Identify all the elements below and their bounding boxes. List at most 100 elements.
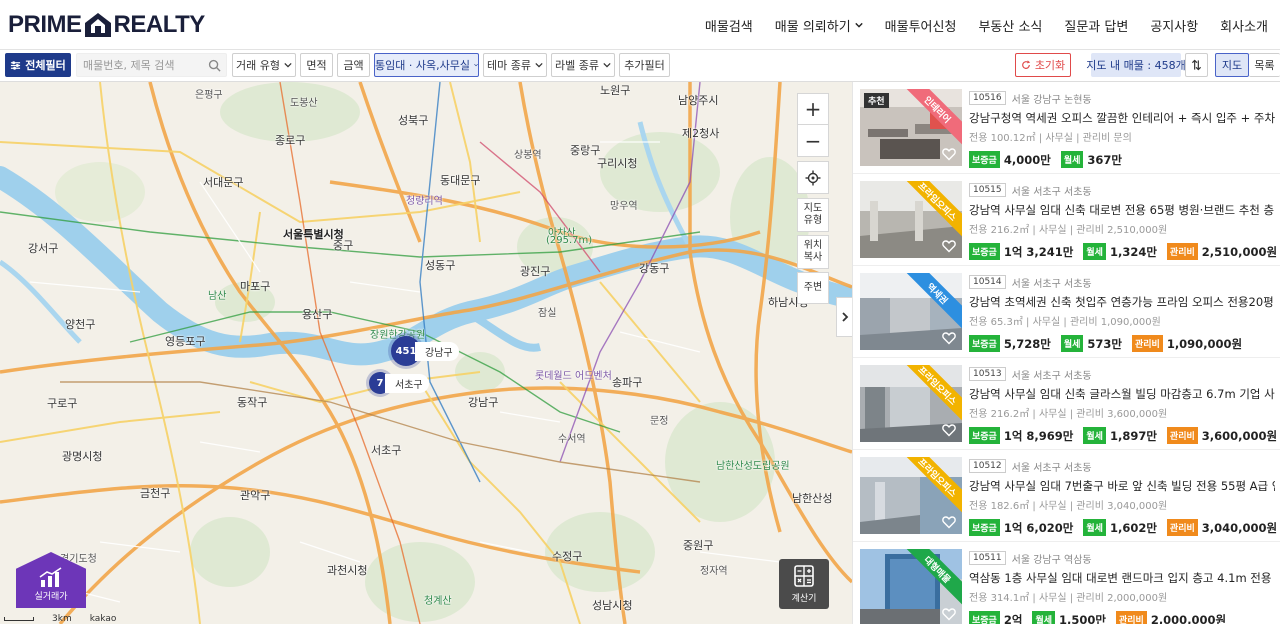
nav-tour-request[interactable]: 매물투어신청 bbox=[874, 16, 968, 35]
more-filter-button[interactable]: 추가필터 bbox=[619, 53, 670, 77]
map-view-tab[interactable]: 지도 bbox=[1215, 53, 1249, 77]
cluster-gangnam[interactable]: 451 강남구 bbox=[391, 336, 459, 366]
calculator-button[interactable]: 계산기 bbox=[779, 559, 829, 609]
trade-type-label: 거래 유형 bbox=[236, 59, 280, 72]
listing-photo[interactable]: 역세권 bbox=[860, 273, 962, 350]
zoom-in-button[interactable]: + bbox=[797, 93, 829, 125]
listing-title[interactable]: 강남역 사무실 임대 7번출구 바로 앞 신축 빌딩 전용 55평 A급 인프라… bbox=[969, 478, 1275, 493]
listing-card[interactable]: 프라임오피스 10515 서울 서초구 서초동 강남역 사무실 임대 신축 대로… bbox=[853, 174, 1280, 266]
reset-button[interactable]: 초기화 bbox=[1015, 53, 1071, 77]
map-label: 송파구 bbox=[612, 376, 643, 389]
monthly-value: 1,602만 bbox=[1109, 520, 1157, 535]
listing-use: 사무실 bbox=[1038, 409, 1067, 420]
map-area[interactable]: 은평구 종로구 성북구 서대문구 동대문구 노원구 중랑구 남양주시 구리시청 … bbox=[0, 82, 852, 624]
logo[interactable]: PRIME REALTY bbox=[8, 10, 205, 40]
listing-prices: 보증금 1억 3,241만 월세 1,324만 관리비 2,510,000원 bbox=[969, 243, 1278, 260]
deposit-value: 2억 bbox=[1003, 612, 1023, 624]
nav-qna[interactable]: 질문과 답변 bbox=[1053, 16, 1139, 35]
use-type-label: 통임대 · 사옥,사무실 bbox=[375, 59, 470, 72]
map-label: 남양주시 bbox=[678, 94, 719, 107]
copy-location-button[interactable]: 위치 복사 bbox=[797, 235, 829, 269]
listing-title[interactable]: 역삼동 1층 사무실 임대 대로변 랜드마크 입지 층고 4.1m 전용 95평… bbox=[969, 570, 1275, 585]
listing-area: 전용 216.2㎡ bbox=[969, 409, 1030, 420]
area-filter-button[interactable]: 면적 bbox=[300, 53, 333, 77]
search-icon[interactable] bbox=[208, 59, 221, 72]
heart-icon[interactable] bbox=[942, 147, 956, 161]
map-type-button[interactable]: 지도 유형 bbox=[797, 198, 829, 232]
listing-title[interactable]: 강남역 사무실 임대 신축 대로변 전용 65평 병원·브랜드 추천 층별 임대 bbox=[969, 202, 1275, 217]
all-filter-button[interactable]: 전체필터 bbox=[5, 53, 71, 77]
monthly-value: 573만 bbox=[1087, 336, 1122, 351]
reset-label: 초기화 bbox=[1034, 59, 1066, 72]
listing-title[interactable]: 강남역 사무실 임대 신축 글라스월 빌딩 마감층고 6.7m 기업 사옥 추천 bbox=[969, 386, 1275, 401]
mgmt-badge: 관리비 bbox=[1166, 427, 1198, 444]
my-location-button[interactable] bbox=[797, 161, 829, 194]
map-label: 잠실 bbox=[538, 308, 557, 319]
map-label: 노원구 bbox=[600, 84, 631, 97]
heart-icon[interactable] bbox=[942, 423, 956, 437]
monthly-value: 367만 bbox=[1087, 152, 1122, 167]
house-logo-icon bbox=[84, 13, 111, 37]
listing-panel: 인테리어 추천 10516 서울 강남구 논현동 강남구청역 역세권 오피스 깔… bbox=[852, 82, 1280, 624]
map-label: 남한산성 bbox=[792, 492, 833, 505]
heart-icon[interactable] bbox=[942, 239, 956, 253]
listing-card[interactable]: 인테리어 추천 10516 서울 강남구 논현동 강남구청역 역세권 오피스 깔… bbox=[853, 82, 1280, 174]
listing-title[interactable]: 강남역 초역세권 신축 첫입주 연층가능 프라임 오피스 전용20평 7번 출구 bbox=[969, 294, 1275, 309]
zoom-out-button[interactable]: − bbox=[797, 125, 829, 157]
nav-request-listing-label: 매물 의뢰하기 bbox=[774, 19, 851, 35]
calculator-icon bbox=[794, 564, 814, 587]
mgmt-badge: 관리비 bbox=[1115, 611, 1147, 624]
mgmt-badge: 관리비 bbox=[1131, 335, 1163, 352]
listing-use: 사무실 bbox=[1045, 133, 1073, 144]
all-filter-label: 전체필터 bbox=[25, 59, 66, 72]
deposit-badge: 보증금 bbox=[969, 427, 1000, 444]
listing-photo[interactable]: 인테리어 추천 bbox=[860, 89, 962, 166]
heart-icon[interactable] bbox=[942, 607, 956, 621]
nav-request-listing[interactable]: 매물 의뢰하기 bbox=[764, 16, 874, 35]
map-label: 성동구 bbox=[425, 259, 456, 272]
map-label: 양천구 bbox=[65, 318, 96, 331]
nearby-button[interactable]: 주변 bbox=[797, 272, 829, 304]
mgmt-value: 2,510,000원 bbox=[1201, 244, 1278, 259]
sort-button[interactable] bbox=[1185, 53, 1208, 77]
collapse-panel-button[interactable] bbox=[836, 297, 852, 337]
map-label: 롯데월드 어드벤처 bbox=[535, 371, 612, 382]
listing-photo[interactable]: 프라임오피스 bbox=[860, 457, 962, 534]
chevron-right-icon bbox=[841, 312, 848, 322]
list-view-tab[interactable]: 목록 bbox=[1249, 53, 1280, 77]
heart-icon[interactable] bbox=[942, 331, 956, 345]
listing-photo[interactable]: 프라임오피스 bbox=[860, 181, 962, 258]
listing-card[interactable]: 프라임오피스 10512 서울 서초구 서초동 강남역 사무실 임대 7번출구 … bbox=[853, 450, 1280, 542]
nav-notice[interactable]: 공지사항 bbox=[1139, 16, 1209, 35]
listing-area: 전용 182.6㎡ bbox=[969, 501, 1030, 512]
listing-photo[interactable]: 대형매물 bbox=[860, 549, 962, 624]
label-type-label: 라벨 종류 bbox=[555, 59, 599, 72]
label-select[interactable]: 라벨 종류 bbox=[551, 53, 615, 77]
heart-icon[interactable] bbox=[942, 515, 956, 529]
listing-photo[interactable]: 프라임오피스 bbox=[860, 365, 962, 442]
use-type-select[interactable]: 통임대 · 사옥,사무실 bbox=[374, 53, 479, 77]
listing-area: 전용 65.3㎡ bbox=[969, 317, 1023, 328]
monthly-badge: 월세 bbox=[1083, 519, 1106, 536]
listing-title[interactable]: 강남구청역 역세권 오피스 깔끔한 인테리어 + 즉시 입주 + 주차 무료 강… bbox=[969, 110, 1275, 125]
deposit-badge: 보증금 bbox=[969, 151, 1000, 168]
price-filter-button[interactable]: 금액 bbox=[337, 53, 370, 77]
search-input[interactable] bbox=[77, 54, 226, 77]
cluster-seocho[interactable]: 7 서초구 bbox=[369, 372, 429, 394]
listing-card[interactable]: 대형매물 10511 서울 강남구 역삼동 역삼동 1층 사무실 임대 대로변 … bbox=[853, 542, 1280, 624]
scale-text: 3km bbox=[52, 614, 72, 624]
map-label: 성남시청 bbox=[592, 599, 633, 612]
listing-location: 서울 서초구 서초동 bbox=[1011, 186, 1092, 198]
map-label: 중원구 bbox=[683, 539, 714, 552]
chart-up-icon bbox=[39, 567, 62, 587]
map-label: 수서역 bbox=[558, 434, 586, 445]
nav-property-search[interactable]: 매물검색 bbox=[694, 16, 764, 35]
theme-select[interactable]: 테마 종류 bbox=[483, 53, 547, 77]
chevron-down-icon bbox=[474, 63, 478, 67]
listing-card[interactable]: 프라임오피스 10513 서울 서초구 서초동 강남역 사무실 임대 신축 글라… bbox=[853, 358, 1280, 450]
trade-type-select[interactable]: 거래 유형 bbox=[232, 53, 296, 77]
map-label: 은평구 bbox=[195, 90, 223, 101]
listing-card[interactable]: 역세권 10514 서울 서초구 서초동 강남역 초역세권 신축 첫입주 연층가… bbox=[853, 266, 1280, 358]
nav-realestate-news[interactable]: 부동산 소식 bbox=[967, 16, 1053, 35]
nav-about[interactable]: 회사소개 bbox=[1209, 16, 1280, 35]
